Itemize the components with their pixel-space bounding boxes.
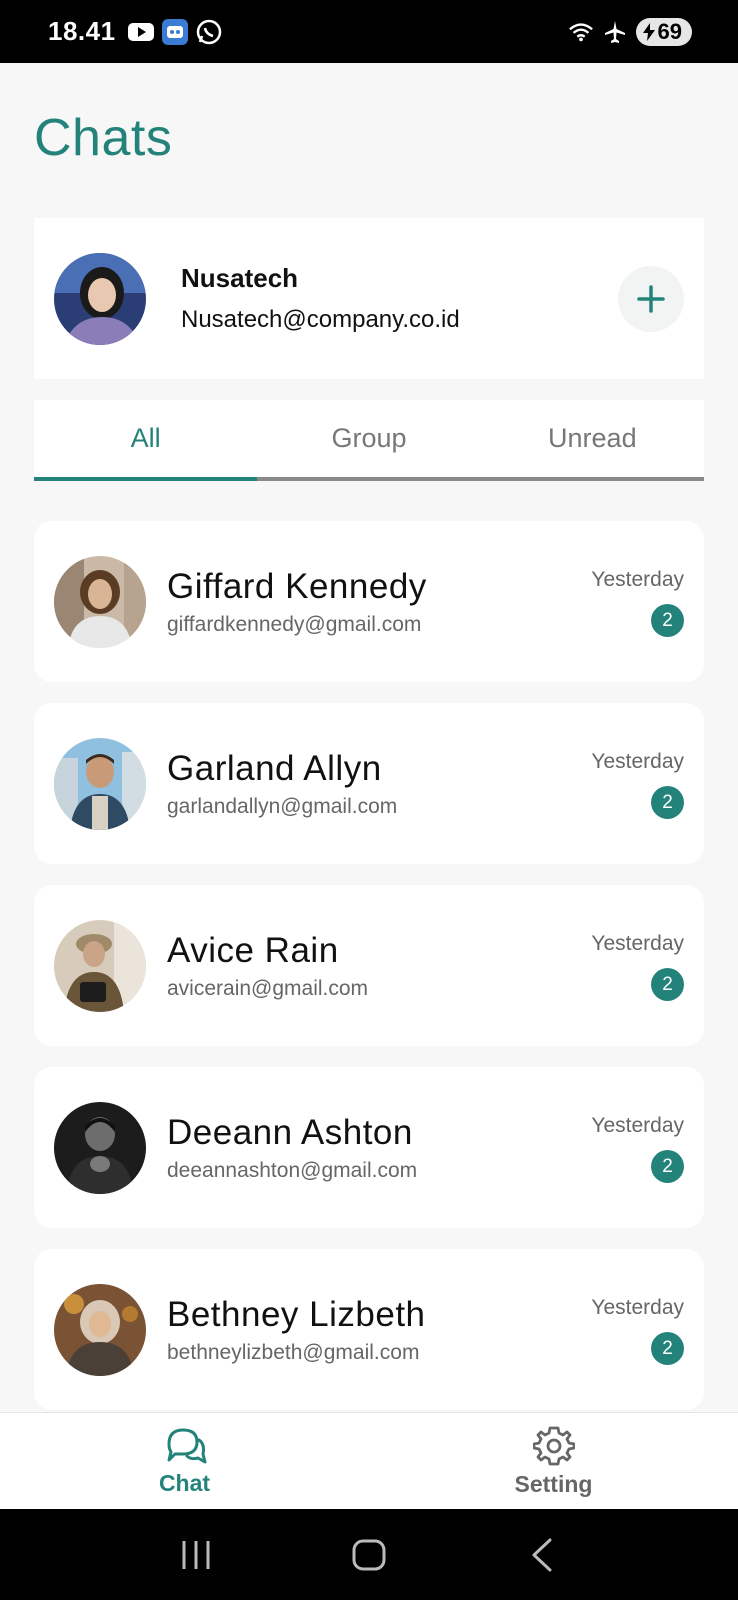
contact-name: Bethney Lizbeth [167, 1294, 426, 1334]
chat-meta: Yesterday 2 [591, 568, 684, 637]
home-button[interactable] [339, 1525, 399, 1585]
whatsapp-icon [196, 19, 222, 45]
avatar [54, 1283, 146, 1376]
nav-setting-label: Setting [514, 1470, 593, 1497]
message-time: Yesterday [591, 568, 684, 591]
back-button[interactable] [512, 1525, 572, 1585]
chat-list-item[interactable]: Garland Allyn garlandallyn@gmail.com Yes… [34, 703, 704, 864]
unread-badge: 2 [651, 786, 684, 819]
avatar [54, 737, 146, 830]
profile-name: Nusatech [181, 263, 299, 293]
tab-unread[interactable]: Unread [480, 400, 704, 481]
contact-email: avicerain@gmail.com [167, 976, 369, 1000]
contact-email: garlandallyn@gmail.com [167, 794, 398, 818]
battery-indicator: 69 [635, 17, 692, 46]
bottom-nav: Chat Setting [0, 1412, 738, 1509]
avatar [54, 1101, 146, 1194]
filter-tabs: All Group Unread [34, 400, 704, 481]
page-title: Chats [34, 109, 173, 167]
back-icon [532, 1538, 552, 1571]
plus-icon [637, 284, 665, 313]
contact-email: deeannashton@gmail.com [167, 1158, 418, 1182]
unread-badge: 2 [651, 968, 684, 1001]
profile-card: Nusatech Nusatech@company.co.id [34, 218, 704, 379]
chat-text: Garland Allyn garlandallyn@gmail.com [167, 749, 591, 819]
unread-badge: 2 [651, 1150, 684, 1183]
home-icon [352, 1539, 386, 1570]
chat-list-item[interactable]: Bethney Lizbeth bethneylizbeth@gmail.com… [34, 1249, 704, 1410]
contact-email: bethneylizbeth@gmail.com [167, 1340, 420, 1364]
add-chat-button[interactable] [618, 265, 684, 332]
profile-avatar[interactable] [54, 252, 146, 345]
chat-meta: Yesterday 2 [591, 1114, 684, 1183]
chat-meta: Yesterday 2 [591, 750, 684, 819]
nav-chat[interactable]: Chat [0, 1413, 369, 1509]
chat-meta: Yesterday 2 [591, 1296, 684, 1365]
status-right: 69 [568, 17, 692, 46]
nav-setting[interactable]: Setting [369, 1413, 738, 1509]
unread-badge: 2 [651, 604, 684, 637]
message-time: Yesterday [591, 1114, 684, 1137]
chat-list-item[interactable]: Giffard Kennedy giffardkennedy@gmail.com… [34, 521, 704, 682]
profile-info: Nusatech Nusatech@company.co.id [181, 263, 618, 334]
avatar [54, 555, 146, 648]
system-nav-bar [0, 1509, 738, 1600]
contact-name: Garland Allyn [167, 748, 382, 788]
contact-name: Avice Rain [167, 930, 339, 970]
contact-email: giffardkennedy@gmail.com [167, 612, 422, 636]
chat-text: Deeann Ashton deeannashton@gmail.com [167, 1113, 591, 1183]
chat-meta: Yesterday 2 [591, 932, 684, 1001]
nav-chat-label: Chat [158, 1469, 211, 1496]
profile-email: Nusatech@company.co.id [181, 306, 460, 333]
battery-icon [642, 22, 655, 41]
message-time: Yesterday [591, 750, 684, 773]
unread-badge: 2 [651, 1332, 684, 1365]
chat-text: Bethney Lizbeth bethneylizbeth@gmail.com [167, 1295, 591, 1365]
tab-group[interactable]: Group [257, 400, 481, 481]
chat-bubbles-icon [167, 1428, 206, 1463]
message-time: Yesterday [591, 932, 684, 955]
gear-icon [532, 1426, 575, 1465]
battery-level: 69 [657, 18, 682, 44]
recent-apps-button[interactable] [166, 1525, 226, 1585]
chat-text: Giffard Kennedy giffardkennedy@gmail.com [167, 567, 591, 637]
youtube-icon [127, 19, 154, 45]
app-icon [161, 18, 188, 45]
contact-name: Giffard Kennedy [167, 566, 427, 606]
contact-name: Deeann Ashton [167, 1112, 413, 1152]
tab-all[interactable]: All [34, 400, 258, 481]
status-time: 18.41 [48, 16, 116, 46]
message-time: Yesterday [591, 1296, 684, 1319]
status-bar: 18.41 69 [0, 0, 738, 63]
avatar [54, 919, 146, 1012]
airplane-icon [602, 19, 628, 45]
chat-list-item[interactable]: Avice Rain avicerain@gmail.com Yesterday… [34, 885, 704, 1046]
recent-apps-icon [182, 1540, 210, 1569]
wifi-icon [568, 19, 594, 45]
status-left: 18.41 [48, 16, 222, 47]
chat-list-item[interactable]: Deeann Ashton deeannashton@gmail.com Yes… [34, 1067, 704, 1228]
chat-text: Avice Rain avicerain@gmail.com [167, 931, 591, 1001]
